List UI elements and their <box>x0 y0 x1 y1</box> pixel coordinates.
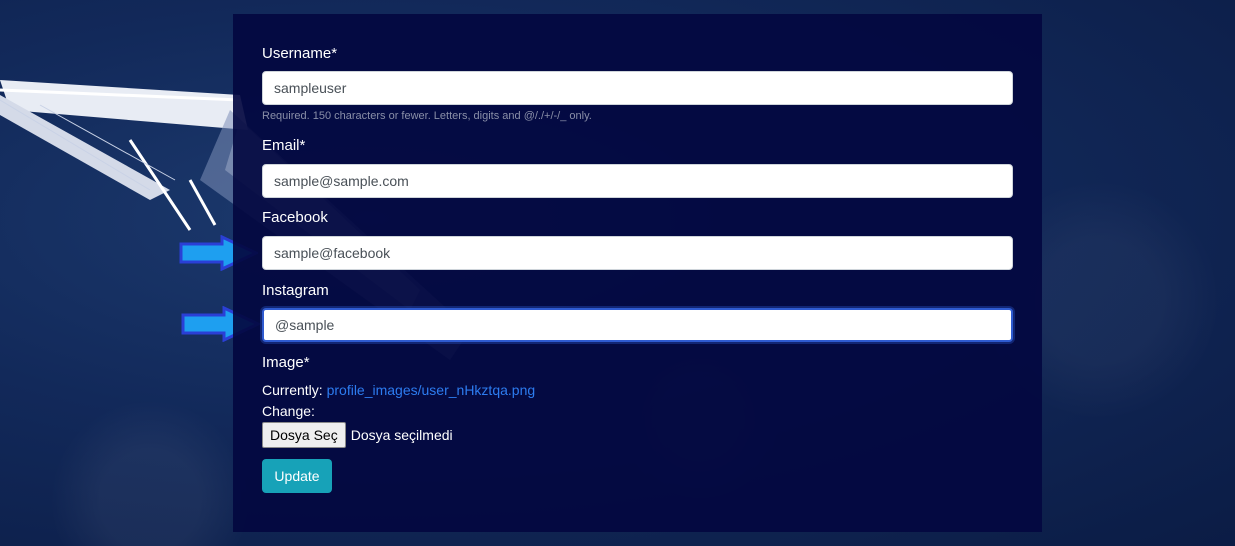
instagram-input[interactable] <box>262 308 1013 342</box>
facebook-label: Facebook <box>262 209 328 226</box>
current-image-row: Currently: profile_images/user_nHkztqa.p… <box>262 382 535 398</box>
update-button[interactable]: Update <box>262 459 332 493</box>
instagram-label: Instagram <box>262 282 329 299</box>
profile-update-form: Username* Required. 150 characters or fe… <box>233 14 1042 532</box>
facebook-input[interactable] <box>262 236 1013 270</box>
username-input[interactable] <box>262 71 1013 105</box>
current-image-link[interactable]: profile_images/user_nHkztqa.png <box>327 382 536 398</box>
choose-file-button[interactable]: Dosya Seç <box>262 422 346 448</box>
username-help-text: Required. 150 characters or fewer. Lette… <box>262 110 592 122</box>
image-label: Image* <box>262 354 310 371</box>
email-input[interactable] <box>262 164 1013 198</box>
no-file-chosen-text: Dosya seçilmedi <box>350 427 453 443</box>
change-label: Change: <box>262 403 315 419</box>
currently-label: Currently: <box>262 382 323 398</box>
file-input: Dosya Seç Dosya seçilmedi <box>262 422 453 448</box>
email-label: Email* <box>262 137 306 154</box>
username-label: Username* <box>262 45 338 62</box>
